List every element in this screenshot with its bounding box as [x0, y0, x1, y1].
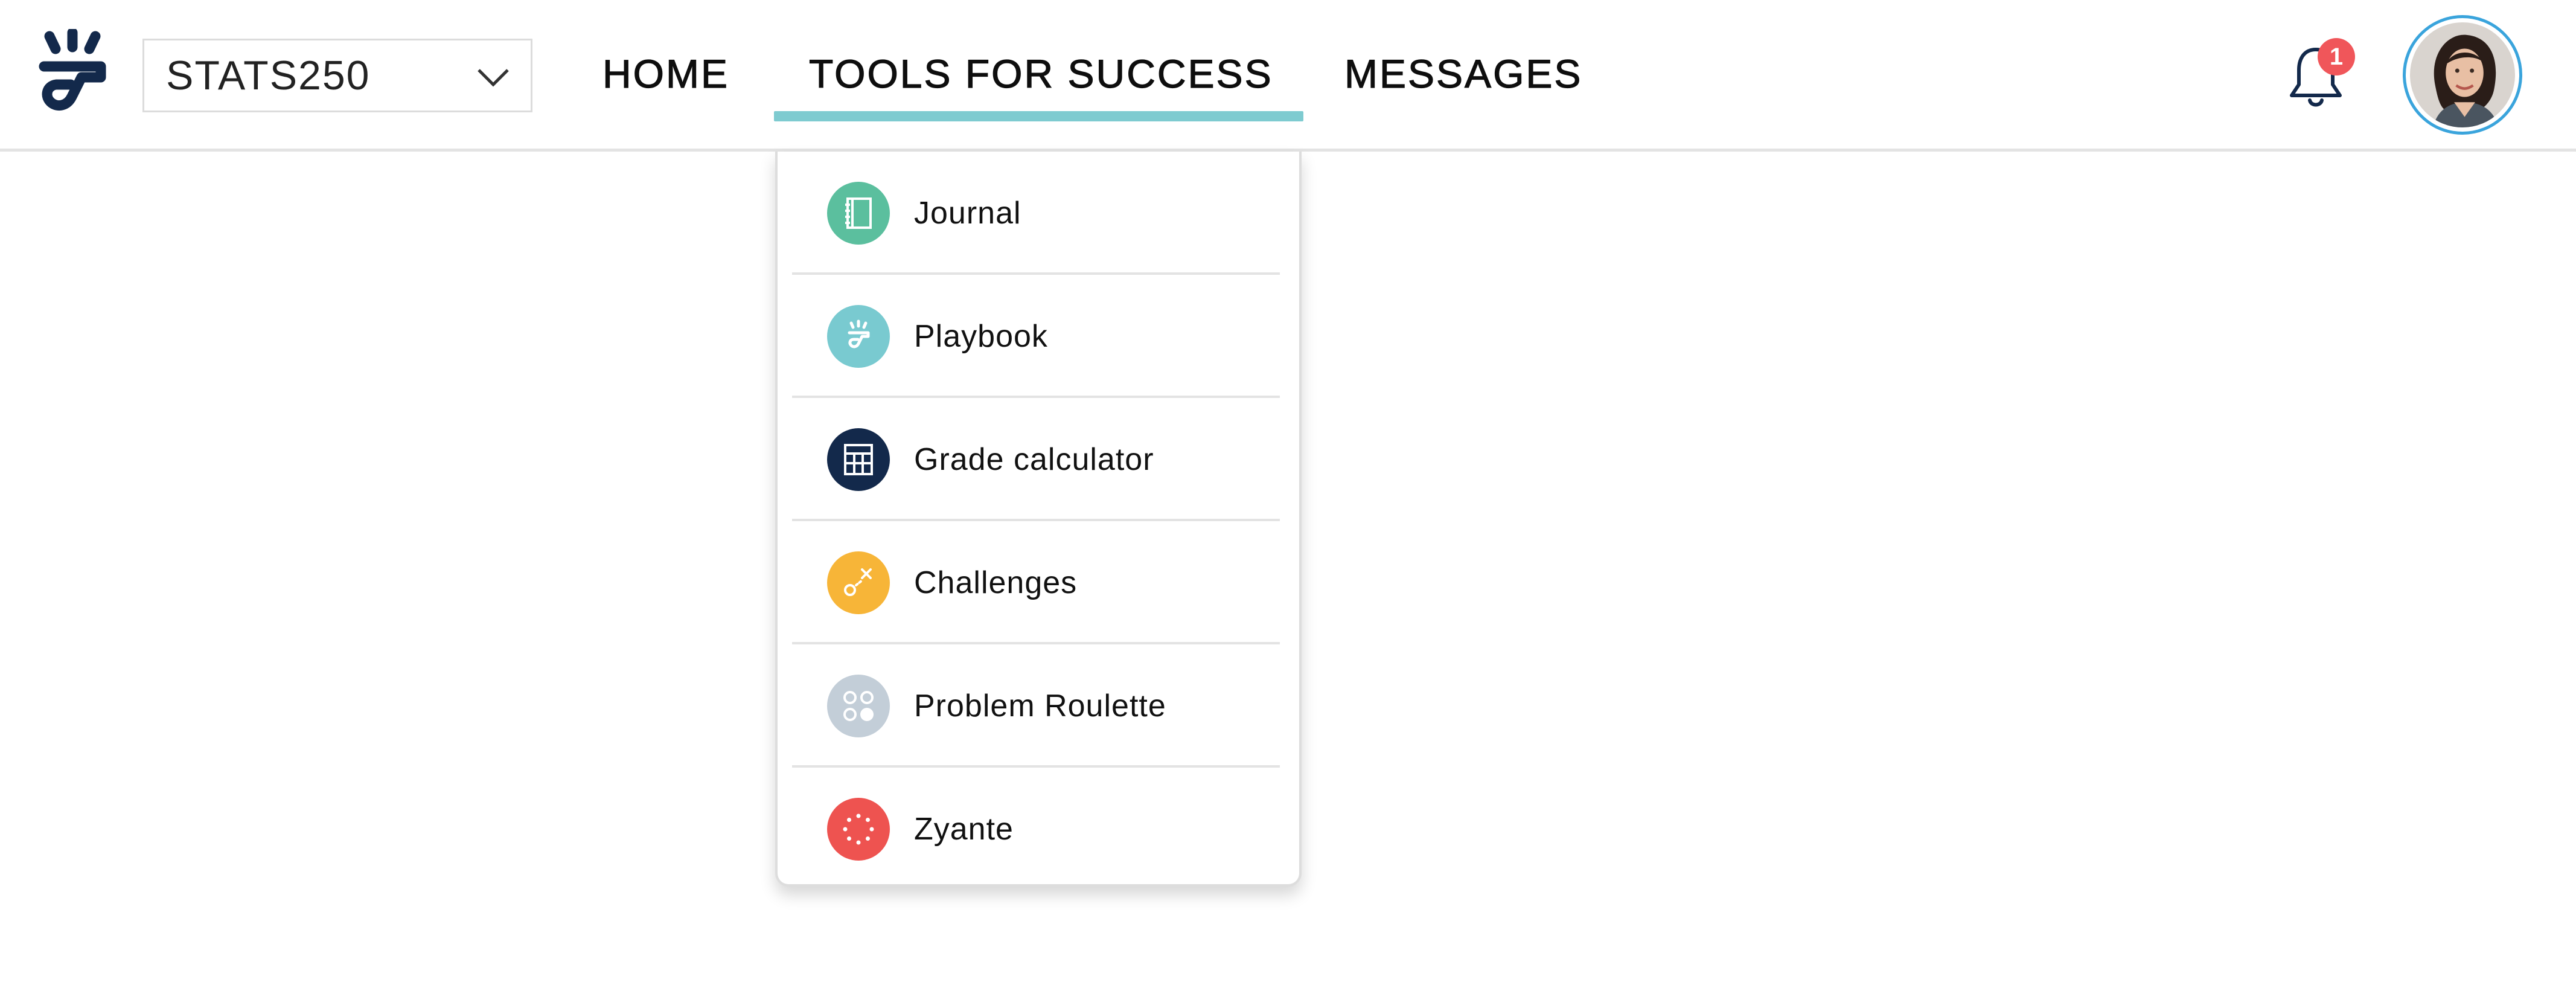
nav-messages[interactable]: MESSAGES	[1344, 51, 1582, 97]
playbook-icon	[827, 305, 890, 368]
menu-item-label: Playbook	[914, 319, 1048, 354]
notification-badge: 1	[2318, 38, 2355, 75]
active-tab-indicator	[774, 111, 1303, 121]
nav-home[interactable]: HOME	[602, 51, 729, 97]
menu-item-problem-roulette[interactable]: Problem Roulette	[792, 644, 1280, 768]
avatar-photo	[2410, 22, 2515, 127]
user-avatar[interactable]	[2403, 15, 2522, 135]
menu-item-grade-calculator[interactable]: Grade calculator	[792, 398, 1280, 521]
menu-item-zyante[interactable]: Zyante	[792, 768, 1280, 891]
tools-dropdown-menu: Journal Playbook Grade calculator Challe…	[775, 152, 1302, 887]
menu-item-label: Challenges	[914, 565, 1078, 600]
challenges-icon	[827, 551, 890, 614]
calculator-icon	[827, 428, 890, 491]
app-logo[interactable]	[33, 27, 112, 117]
roulette-icon	[827, 675, 890, 737]
menu-item-journal[interactable]: Journal	[792, 152, 1280, 275]
zyante-icon	[827, 798, 890, 861]
logo-icon	[39, 27, 106, 111]
menu-item-playbook[interactable]: Playbook	[792, 275, 1280, 398]
menu-item-label: Journal	[914, 196, 1021, 231]
menu-item-label: Problem Roulette	[914, 688, 1166, 724]
nav-tools-for-success[interactable]: TOOLS FOR SUCCESS	[808, 51, 1273, 97]
course-select[interactable]: STATS250	[142, 39, 532, 112]
menu-item-label: Zyante	[914, 812, 1014, 847]
course-select-value: STATS250	[166, 53, 371, 98]
menu-item-challenges[interactable]: Challenges	[792, 521, 1280, 644]
chevron-down-icon	[478, 69, 509, 87]
journal-icon	[827, 182, 890, 245]
top-navigation-bar: STATS250 HOME TOOLS FOR SUCCESS MESSAGES…	[0, 0, 2576, 152]
menu-item-label: Grade calculator	[914, 442, 1154, 477]
